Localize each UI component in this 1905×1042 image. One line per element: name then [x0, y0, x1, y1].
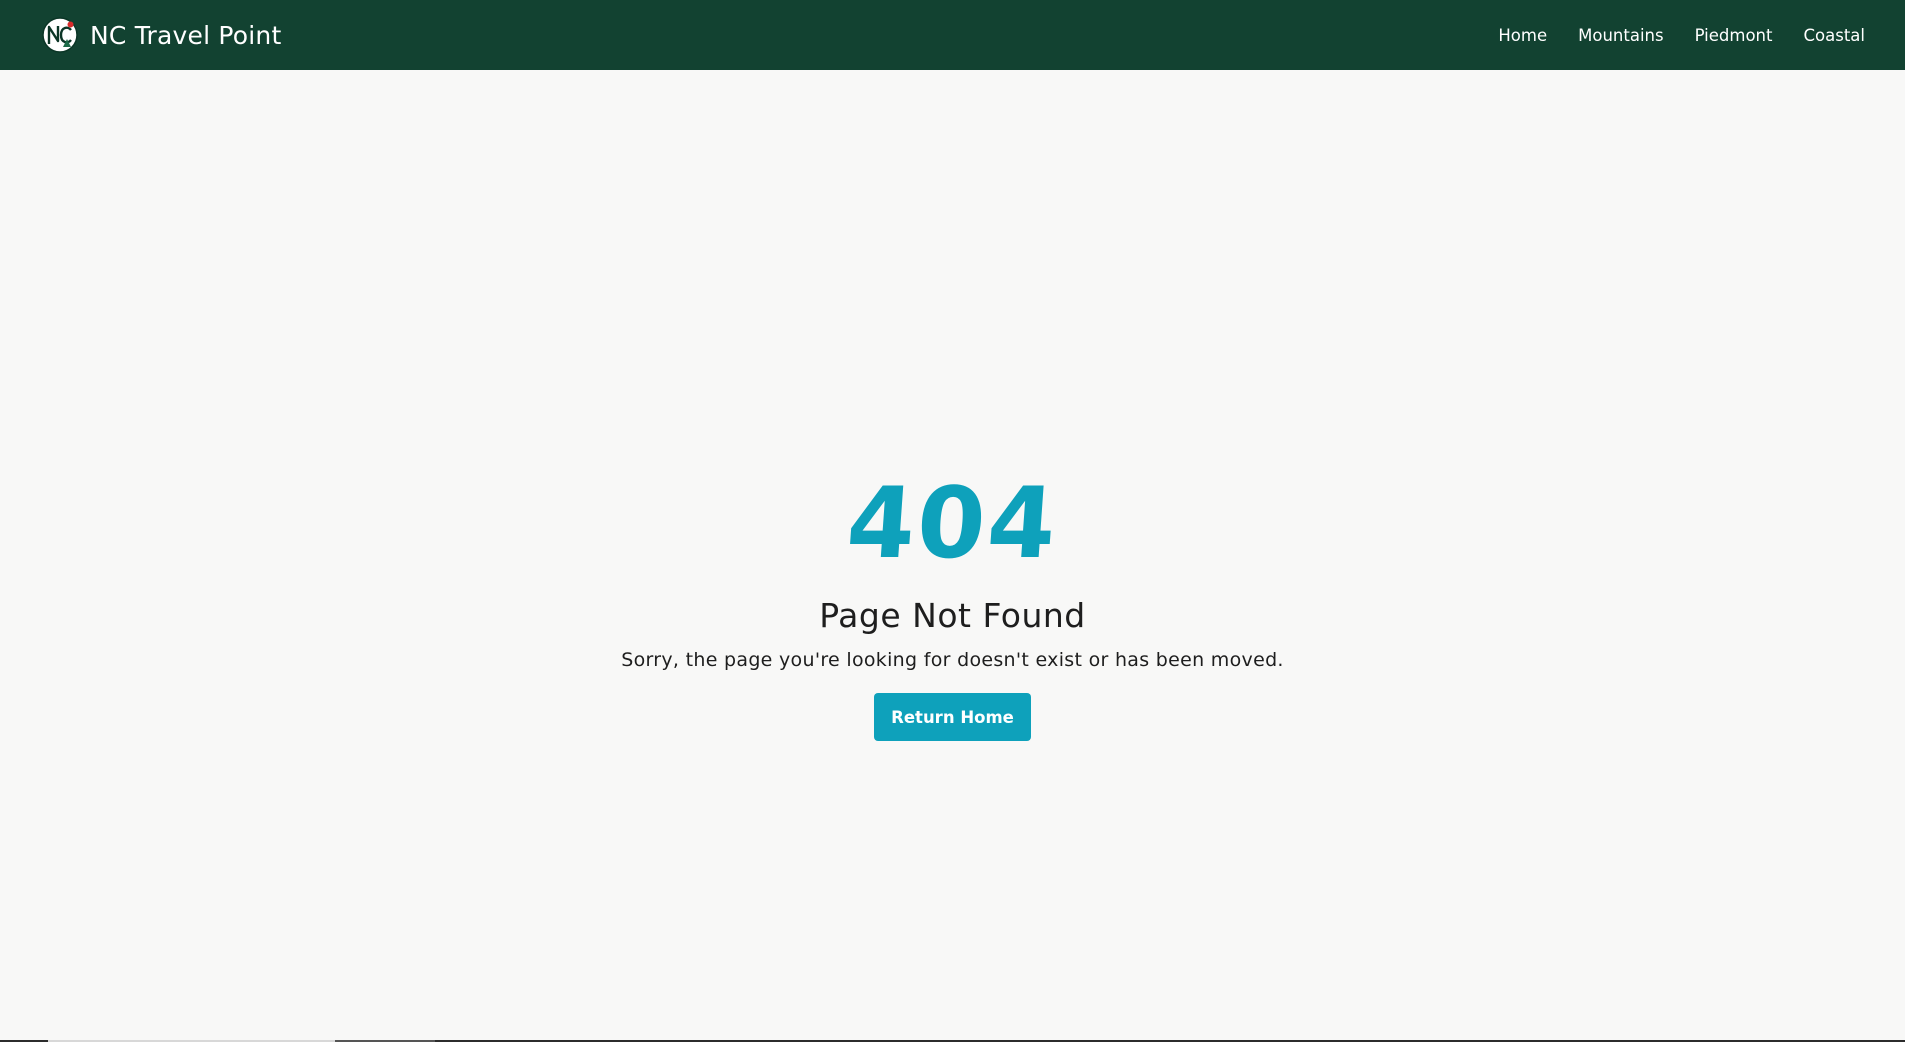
not-found-section: 404 Page Not Found Sorry, the page you'r…	[0, 70, 1905, 1040]
brand-link[interactable]: NC Travel Point	[42, 17, 281, 53]
main-nav: Home Mountains Piedmont Coastal	[1498, 26, 1865, 45]
error-title: Page Not Found	[819, 596, 1086, 635]
nav-item-coastal[interactable]: Coastal	[1804, 26, 1866, 45]
nc-logo-icon	[42, 17, 78, 53]
nav-item-home[interactable]: Home	[1498, 26, 1547, 45]
brand-name: NC Travel Point	[90, 20, 282, 50]
return-home-button[interactable]: Return Home	[874, 693, 1031, 741]
error-message: Sorry, the page you're looking for doesn…	[621, 649, 1284, 671]
nav-item-mountains[interactable]: Mountains	[1578, 26, 1663, 45]
error-code: 404	[843, 467, 1062, 581]
site-header: NC Travel Point Home Mountains Piedmont …	[0, 0, 1905, 70]
nav-item-piedmont[interactable]: Piedmont	[1695, 26, 1773, 45]
